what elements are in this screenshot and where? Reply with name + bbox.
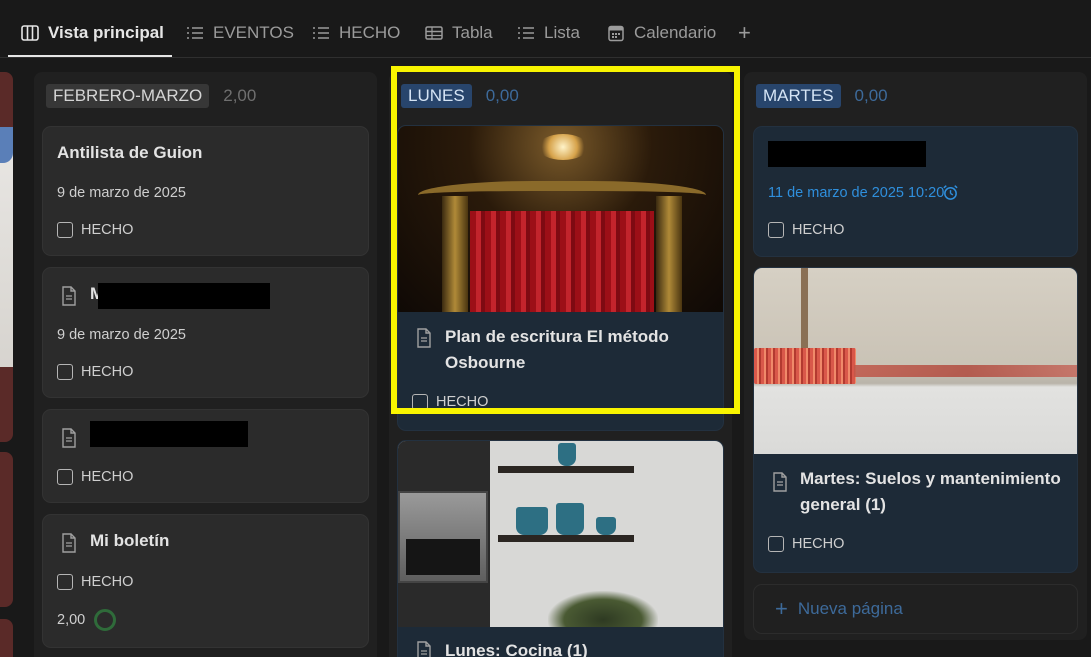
redaction-bar [98,283,270,309]
hecho-checkbox[interactable]: HECHO [768,536,844,552]
group-count: 2,00 [223,86,257,105]
hecho-checkbox[interactable]: HECHO [57,364,133,380]
checkbox-icon [768,222,784,238]
checkbox-icon [57,574,73,590]
tab-label: Lista [544,23,580,42]
active-tab-indicator [8,55,172,57]
board-card[interactable]: Mi boletín HECHO 2,00 [42,514,369,648]
hecho-checkbox[interactable]: HECHO [768,222,844,238]
checkbox-icon [57,469,73,485]
column-header: FEBRERO-MARZO 2,00 [46,84,256,108]
tab-calendario[interactable]: Calendario [606,14,716,52]
board-card[interactable]: Antilista de Guion 9 de marzo de 2025 HE… [42,126,369,256]
document-icon [62,286,76,306]
tab-tabla[interactable]: Tabla [424,14,493,52]
redaction-bar [768,141,926,167]
card-cover-image [398,441,723,627]
tab-label: EVENTOS [213,23,294,42]
alarm-clock-icon [943,185,958,200]
document-icon [773,472,787,492]
card-title: Lunes: Cocina (1) [445,641,588,657]
board-card[interactable]: HECHO [42,409,369,503]
tab-label: Vista principal [48,23,164,42]
tab-lista[interactable]: Lista [516,14,580,52]
plus-icon: + [775,596,788,621]
yellow-highlight-box [391,66,740,414]
board-icon [21,25,39,41]
tab-label: HECHO [339,23,401,42]
kitchen-bowl [596,517,616,535]
progress-value: 2,00 [57,612,86,628]
board-card[interactable]: 11 de marzo de 2025 10:20 HECHO [753,126,1078,257]
card-cover-image [0,127,13,367]
kitchen-oven [398,491,488,583]
list-icon [313,27,329,39]
partial-card[interactable] [0,452,13,607]
wall-stripe [854,365,1077,377]
checkbox-label: HECHO [792,536,845,552]
progress-indicator: 2,00 [57,609,117,631]
tab-eventos[interactable]: EVENTOS [185,14,294,52]
plus-icon: + [738,20,751,45]
board-card[interactable]: Martes: Suelos y mantenimiento general (… [753,267,1078,573]
kitchen-shelf [498,466,634,473]
broom-head [754,348,856,384]
tab-vista-principal[interactable]: Vista principal [20,14,164,52]
new-page-label: Nueva página [797,599,903,618]
document-icon [62,533,76,553]
kitchen-bowl [556,503,584,535]
progress-ring-icon [94,609,117,631]
board-card[interactable]: M 9 de marzo de 2025 HECHO [42,267,369,398]
checkbox-label: HECHO [81,469,134,485]
tab-label: Calendario [634,23,717,42]
kitchen-plant [548,591,658,627]
card-title: Mi boletín [90,531,170,550]
checkbox-label: HECHO [81,364,134,380]
board-card[interactable]: Lunes: Cocina (1) [397,440,724,657]
card-title-line-2: general (1) [800,495,886,514]
view-tab-bar: Vista principal EVENTOS HECHO Tabla List… [0,0,1091,58]
partial-card[interactable] [0,72,13,442]
group-tag[interactable]: FEBRERO-MARZO [46,84,210,108]
list-icon [518,27,534,39]
kitchen-shelf [498,535,634,542]
table-icon [425,26,443,40]
kitchen-bowl [516,507,548,535]
card-title: Antilista de Guion [57,143,203,162]
checkbox-label: HECHO [792,222,845,238]
list-icon [187,27,203,39]
card-title-line-1: Martes: Suelos y mantenimiento [800,469,1061,488]
tab-hecho[interactable]: HECHO [311,14,400,52]
hecho-checkbox[interactable]: HECHO [57,222,133,238]
card-cover-image [754,268,1077,454]
checkbox-icon [57,222,73,238]
card-date: 11 de marzo de 2025 10:20 [768,185,945,201]
group-count: 0,00 [854,86,888,105]
document-icon [62,428,76,448]
new-page-button[interactable]: + Nueva página [753,584,1078,634]
partial-card[interactable] [0,619,13,657]
left-column-partial [0,72,13,657]
checkbox-label: HECHO [81,222,134,238]
column-header: MARTES 0,00 [756,84,888,108]
add-view-button[interactable]: + [738,14,751,52]
card-date: 9 de marzo de 2025 [57,185,186,201]
kitchen-jar [558,443,576,466]
card-date: 9 de marzo de 2025 [57,327,186,343]
checkbox-icon [768,536,784,552]
checkbox-icon [57,364,73,380]
group-tag[interactable]: MARTES [756,84,841,108]
checkbox-label: HECHO [81,574,134,590]
calendar-icon [608,25,624,42]
redaction-bar [90,421,248,447]
tab-label: Tabla [452,23,493,42]
hecho-checkbox[interactable]: HECHO [57,469,133,485]
document-icon [417,641,431,657]
hecho-checkbox[interactable]: HECHO [57,574,133,590]
